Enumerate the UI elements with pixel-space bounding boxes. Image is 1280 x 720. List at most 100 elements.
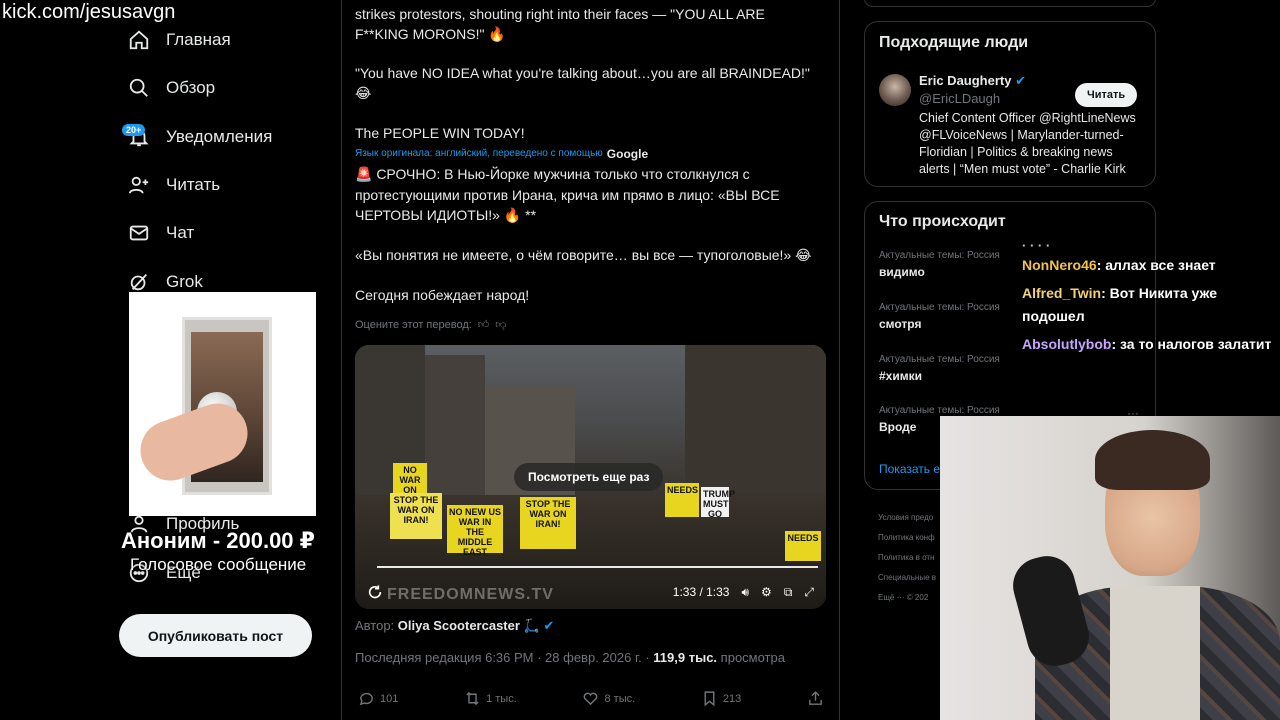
- bio-line: alerts | “Men must vote” - Charlie Kirk: [919, 162, 1126, 176]
- trend-item[interactable]: Актуальные темы: Россия смотря: [879, 302, 1000, 331]
- trend-name: смотря: [879, 317, 922, 331]
- protest-sign: STOP THE WAR ON IRAN!: [390, 493, 442, 539]
- chat-text: : аллах все знает: [1096, 257, 1216, 273]
- trend-category: Актуальные темы: Россия: [879, 354, 1000, 365]
- repost-icon: [466, 691, 479, 706]
- translated-line: «Вы понятия не имеете, о чём говорите… в…: [355, 247, 812, 263]
- stream-chat-overlay: · · · · NonNero46: аллах все знает Alfre…: [1022, 244, 1280, 356]
- nav-label: Уведомления: [166, 127, 273, 146]
- pip-icon[interactable]: ⧉: [784, 585, 793, 600]
- reply-icon: [359, 692, 373, 706]
- trends-title: Что происходит: [879, 213, 1006, 230]
- reply-button[interactable]: 101: [358, 690, 398, 707]
- google-logo: Google: [606, 147, 649, 161]
- search-icon: [129, 78, 148, 97]
- nav-item-chat[interactable]: Чат: [128, 213, 194, 253]
- trend-category: Актуальные темы: Россия: [879, 302, 1000, 313]
- home-icon: [129, 30, 149, 50]
- suggested-user-name[interactable]: Eric Daugherty ✔: [919, 73, 1026, 89]
- thumbs-down-icon[interactable]: 👎︎: [495, 315, 506, 335]
- edited-timestamp[interactable]: Последняя редакция 6:36 PM · 28 февр. 20…: [355, 650, 650, 665]
- nav-item-follow[interactable]: Читать: [128, 165, 220, 205]
- bio-line: @FLVoiceNews | Marylander-turned-: [919, 128, 1124, 142]
- rate-translation-label: Оцените этот перевод:: [355, 319, 472, 331]
- verified-badge-icon: ✔: [1015, 73, 1027, 88]
- chat-message: NonNero46: аллах все знает: [1022, 254, 1280, 277]
- grok-icon: [130, 274, 148, 291]
- trend-category: Актуальные темы: Россия: [879, 250, 1000, 261]
- nav-label: Обзор: [166, 78, 216, 97]
- protest-sign: STOP THE WAR ON IRAN!: [520, 497, 576, 549]
- verified-badge-icon: ✔: [543, 618, 555, 633]
- suggested-user-bio: Chief Content Officer @RightLineNews @FL…: [919, 110, 1136, 178]
- trend-item[interactable]: Актуальные темы: Россия #химки: [879, 354, 1000, 383]
- views-label: просмотра: [720, 650, 785, 665]
- donation-title: Аноним - 200.00 ₽: [121, 528, 315, 553]
- publish-post-button[interactable]: Опубликовать пост: [119, 614, 312, 657]
- rate-translation: Оцените этот перевод: 👍︎ 👎︎: [355, 315, 825, 335]
- footer-link[interactable]: Политика конф: [878, 528, 936, 548]
- translated-line: 🚨 СРОЧНО: В Нью-Йорке мужчина только что…: [355, 166, 750, 182]
- nav-item-home[interactable]: Главная: [128, 20, 231, 60]
- donation-subtitle: Голосовое сообщение: [130, 555, 307, 574]
- replay-icon[interactable]: [367, 584, 383, 600]
- tweet-text-line: strikes protestors, shouting right into …: [355, 6, 765, 22]
- fullscreen-icon[interactable]: ⤢: [804, 585, 814, 600]
- view-count: 119,9 тыс.: [653, 650, 718, 665]
- chat-message: Alfred_Twin: Вот Никита уже подошел: [1022, 282, 1280, 328]
- footer-links: Условия предо Политика конф Политика в о…: [878, 508, 936, 608]
- author-name[interactable]: Oliya Scootercaster 🛴: [398, 618, 540, 633]
- video-progress-bar[interactable]: [377, 566, 818, 568]
- repost-count: 1 тыс.: [486, 692, 517, 705]
- mail-icon: [129, 225, 149, 241]
- nav-item-notifications[interactable]: 20+ Уведомления: [122, 117, 273, 157]
- nav-label: Читать: [166, 175, 221, 194]
- trend-item[interactable]: Актуальные темы: Россия видимо: [879, 250, 1000, 279]
- tweet-author-line: Автор: Oliya Scootercaster 🛴 ✔: [355, 618, 554, 634]
- follow-button[interactable]: Читать: [1075, 83, 1138, 107]
- webcam-person-shirt: [1110, 586, 1200, 720]
- footer-link[interactable]: Условия предо: [878, 508, 936, 528]
- like-count: 8 тыс.: [604, 692, 636, 705]
- footer-link[interactable]: Политика в отн: [878, 548, 936, 568]
- tweet-text-line: 😂: [355, 85, 372, 101]
- webcam-person-hair: [1095, 430, 1210, 490]
- footer-link[interactable]: Специальные в: [878, 568, 936, 588]
- tweet-video[interactable]: NO WAR ON IRAN STOP THE WAR ON IRAN! NO …: [355, 345, 826, 609]
- protest-sign: NEEDS: [785, 531, 821, 561]
- notification-badge: 20+: [122, 124, 146, 136]
- translated-line: протестующими против Ирана, крича им пря…: [355, 187, 780, 203]
- column-divider: [839, 0, 840, 720]
- who-to-follow-title: Подходящие люди: [879, 34, 1029, 51]
- trend-name: #химки: [879, 369, 922, 383]
- share-button[interactable]: [807, 690, 824, 707]
- translated-line: Сегодня побеждает народ!: [355, 287, 530, 303]
- repost-button[interactable]: 1 тыс.: [464, 690, 517, 707]
- person-add-icon: [128, 176, 149, 194]
- heart-icon: [584, 692, 598, 706]
- suggested-user-handle: @EricLDaugh: [919, 91, 1001, 106]
- column-divider: [341, 0, 342, 720]
- video-controls: 1:33 / 1:33 🔊︎ ⚙ ⧉ ⤢: [355, 575, 826, 609]
- bio-line: Floridian | Politics & breaking news: [919, 145, 1113, 159]
- like-button[interactable]: 8 тыс.: [582, 690, 635, 707]
- protest-sign: NO NEW US WAR IN THE MIDDLE EAST: [447, 505, 503, 557]
- show-more-link[interactable]: Показать е: [879, 462, 940, 476]
- chat-username: NonNero46: [1022, 257, 1097, 273]
- thumbs-up-icon[interactable]: 👍︎: [478, 315, 490, 335]
- bookmark-button[interactable]: 213: [701, 690, 741, 707]
- replay-button[interactable]: Посмотреть еще раз: [514, 463, 664, 491]
- nav-label: Grok: [166, 272, 203, 291]
- settings-icon[interactable]: ⚙: [761, 585, 772, 599]
- tweet-text-line: F**KING MORONS!" 🔥: [355, 26, 506, 42]
- user-name-text: Eric Daugherty: [919, 73, 1012, 88]
- footer-link[interactable]: Ещё ··· © 202: [878, 588, 936, 608]
- video-time: 1:33 / 1:33: [672, 585, 730, 599]
- avatar[interactable]: [879, 74, 911, 106]
- streamer-webcam: [940, 416, 1280, 720]
- protest-sign: NEEDS: [665, 483, 699, 517]
- nav-item-explore[interactable]: Обзор: [128, 68, 215, 108]
- volume-icon[interactable]: 🔊︎: [741, 585, 749, 600]
- reply-count: 101: [380, 692, 399, 705]
- translated-line: ЧЕРТОВЫ ИДИОТЫ!» 🔥 **: [355, 207, 537, 223]
